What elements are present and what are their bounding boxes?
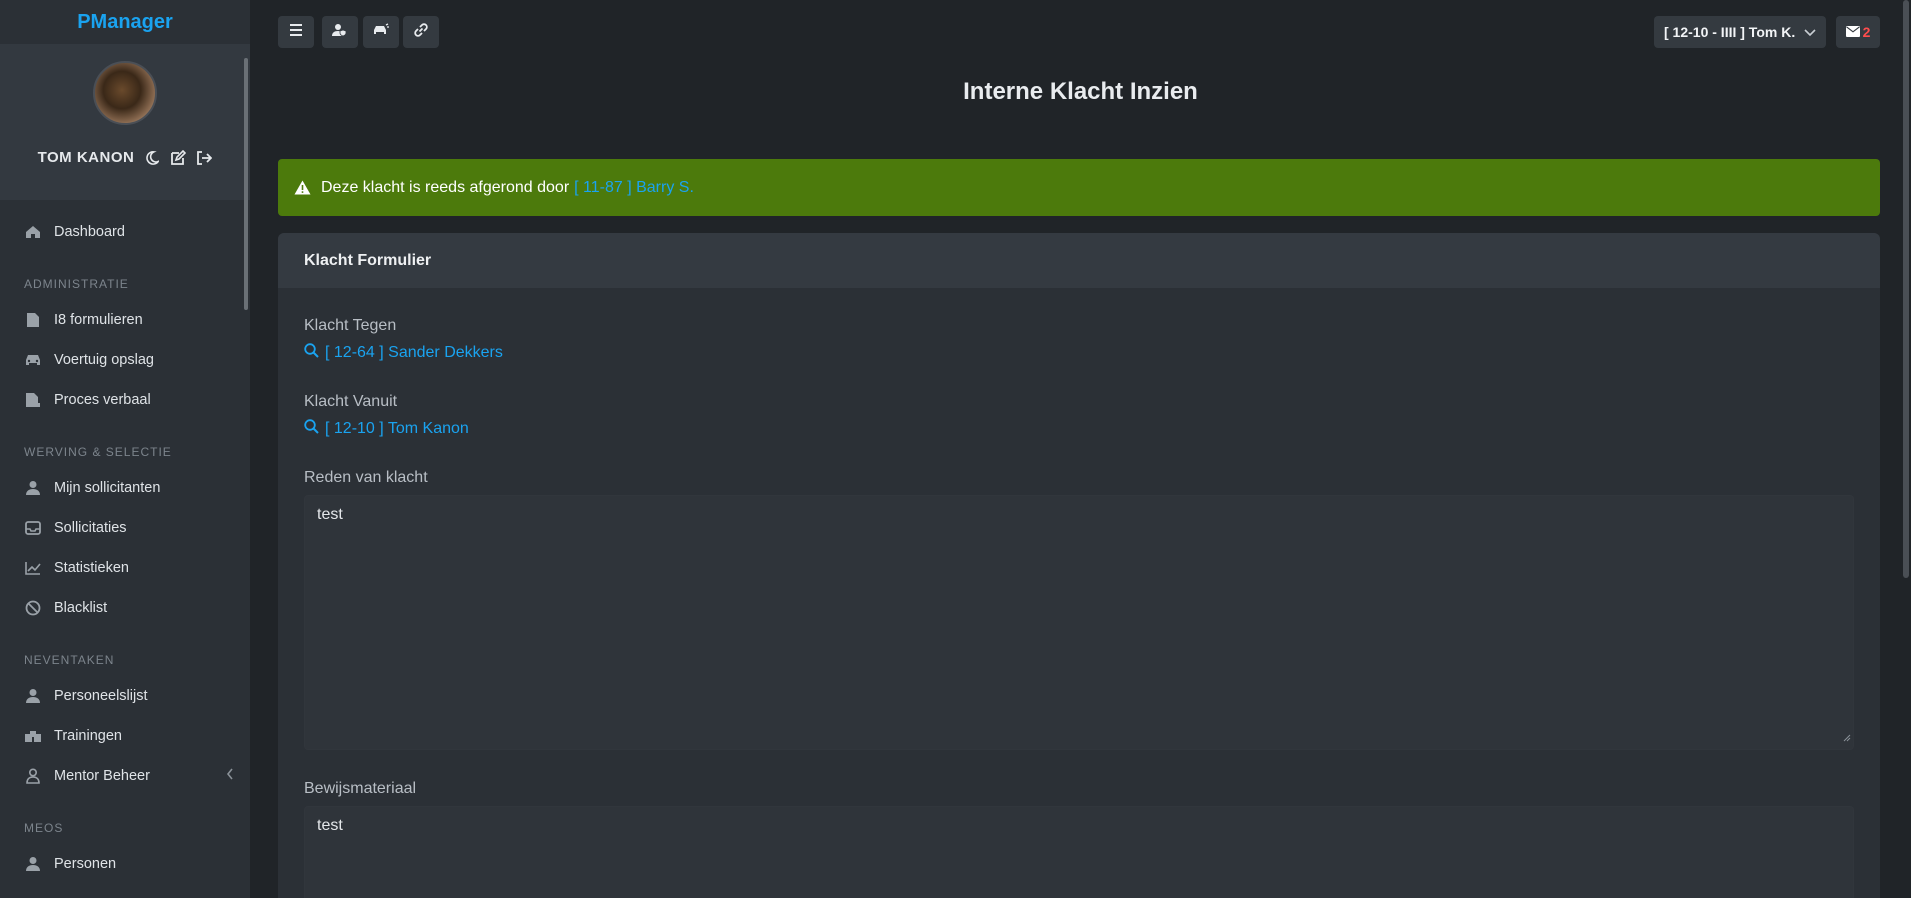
sidebar-nav: Dashboard ADMINISTRATIE I8 formulieren V… [0, 200, 250, 884]
sidebar-scrollbar[interactable] [244, 58, 248, 310]
topbar: [ 12-10 - IIII ] Tom K. 2 [250, 0, 1911, 64]
sidebar: PManager TOM KANON Dashboard ADMINISTRAT… [0, 0, 250, 898]
evidence-value: test [317, 817, 343, 834]
vehicle-tool-button[interactable] [363, 16, 399, 48]
against-value: [ 12-64 ] Sander Dekkers [325, 344, 503, 361]
car-icon [24, 351, 42, 369]
logout-icon[interactable] [196, 150, 213, 166]
user-tool-button[interactable] [322, 16, 358, 48]
from-label: Klacht Vanuit [304, 393, 398, 410]
user-icon [24, 855, 42, 873]
bars-icon [289, 23, 303, 41]
sidebar-item-label: Blacklist [54, 600, 108, 616]
messages-button[interactable]: 2 [1836, 16, 1880, 48]
user-dropdown-label: [ 12-10 - IIII ] Tom K. [1664, 24, 1796, 40]
against-link[interactable]: [ 12-64 ] Sander Dekkers [304, 343, 1854, 363]
from-link[interactable]: [ 12-10 ] Tom Kanon [304, 419, 1854, 439]
sidebar-section-administratie: ADMINISTRATIE [24, 277, 129, 291]
menu-toggle-button[interactable] [278, 16, 314, 48]
reason-label: Reden van klacht [304, 469, 428, 486]
reason-textarea[interactable]: test [304, 495, 1854, 750]
sidebar-item-proces-verbaal[interactable]: Proces verbaal [0, 380, 250, 420]
reason-value: test [317, 506, 343, 523]
sidebar-item-dashboard[interactable]: Dashboard [0, 212, 250, 252]
profile-name: TOM KANON [37, 149, 135, 166]
sidebar-item-mentor-beheer[interactable]: Mentor Beheer [0, 756, 250, 796]
alert-text: Deze klacht is reeds afgerond door [321, 178, 570, 196]
sidebar-item-label: Sollicitaties [54, 520, 127, 536]
inbox-icon [24, 519, 42, 537]
edit-icon[interactable] [170, 149, 187, 166]
sidebar-item-statistieken[interactable]: Statistieken [0, 548, 250, 588]
sidebar-item-personen[interactable]: Personen [0, 844, 250, 884]
home-icon [24, 223, 42, 241]
sidebar-item-label: Mentor Beheer [54, 768, 150, 784]
moon-icon[interactable] [144, 150, 160, 166]
search-icon [304, 343, 319, 363]
avatar[interactable] [93, 61, 157, 125]
chevron-left-icon[interactable] [226, 768, 234, 784]
sidebar-item-sollicitaties[interactable]: Sollicitaties [0, 508, 250, 548]
page-scrollbar[interactable] [1903, 0, 1909, 578]
sidebar-section-meos: MEOS [24, 821, 64, 835]
messages-count-badge: 2 [1862, 24, 1871, 40]
complaint-form-card: Klacht Formulier Klacht Tegen [ 12-64 ] … [278, 233, 1880, 898]
resize-grip-icon[interactable] [1843, 729, 1851, 747]
completed-alert: Deze klacht is reeds afgerond door [ 11-… [278, 159, 1880, 216]
user-icon [24, 479, 42, 497]
sidebar-item-label: Personeelslijst [54, 688, 148, 704]
sidebar-section-neventaken: NEVENTAKEN [24, 653, 115, 667]
ban-icon [24, 599, 42, 617]
search-icon [304, 419, 319, 439]
sidebar-item-label: Proces verbaal [54, 392, 151, 408]
sidebar-item-label: Statistieken [54, 560, 129, 576]
envelope-icon [1845, 24, 1860, 40]
evidence-label: Bewijsmateriaal [304, 780, 417, 797]
sidebar-item-personeelslijst[interactable]: Personeelslijst [0, 676, 250, 716]
sidebar-item-label: Trainingen [54, 728, 122, 744]
alert-resolver-link[interactable]: [ 11-87 ] Barry S. [574, 179, 694, 197]
file-icon [24, 311, 42, 329]
user-icon [24, 687, 42, 705]
user-shield-icon [332, 23, 348, 42]
main-content: Deze klacht is reeds afgerond door [ 11-… [278, 159, 1880, 898]
sidebar-item-i8-formulieren[interactable]: I8 formulieren [0, 300, 250, 340]
link-tool-button[interactable] [403, 16, 439, 48]
sidebar-item-label: I8 formulieren [54, 312, 143, 328]
sidebar-section-werving: WERVING & SELECTIE [24, 445, 172, 459]
profile-panel: TOM KANON [0, 44, 250, 200]
user-dropdown[interactable]: [ 12-10 - IIII ] Tom K. [1654, 16, 1826, 48]
sidebar-item-label: Mijn sollicitanten [54, 480, 161, 496]
car-crash-icon [373, 22, 389, 42]
card-header: Klacht Formulier [278, 233, 1880, 288]
sidebar-item-label: Personen [54, 856, 117, 872]
file-invoice-icon [24, 391, 42, 409]
page-title: Interne Klacht Inzien [963, 78, 1198, 105]
sidebar-item-blacklist[interactable]: Blacklist [0, 588, 250, 628]
brand-logo[interactable]: PManager [0, 0, 250, 44]
evidence-textarea[interactable]: test [304, 806, 1854, 898]
school-icon [24, 727, 42, 745]
sidebar-item-label: Dashboard [54, 224, 125, 240]
sidebar-item-voertuig-opslag[interactable]: Voertuig opslag [0, 340, 250, 380]
user-outline-icon [24, 767, 42, 785]
chevron-down-icon [1804, 24, 1816, 40]
against-label: Klacht Tegen [304, 317, 397, 334]
from-value: [ 12-10 ] Tom Kanon [325, 420, 469, 437]
sidebar-item-mijn-sollicitanten[interactable]: Mijn sollicitanten [0, 468, 250, 508]
warning-icon [294, 180, 311, 195]
chart-line-icon [24, 559, 42, 577]
link-icon [413, 22, 429, 43]
sidebar-item-trainingen[interactable]: Trainingen [0, 716, 250, 756]
sidebar-item-label: Voertuig opslag [54, 352, 154, 368]
